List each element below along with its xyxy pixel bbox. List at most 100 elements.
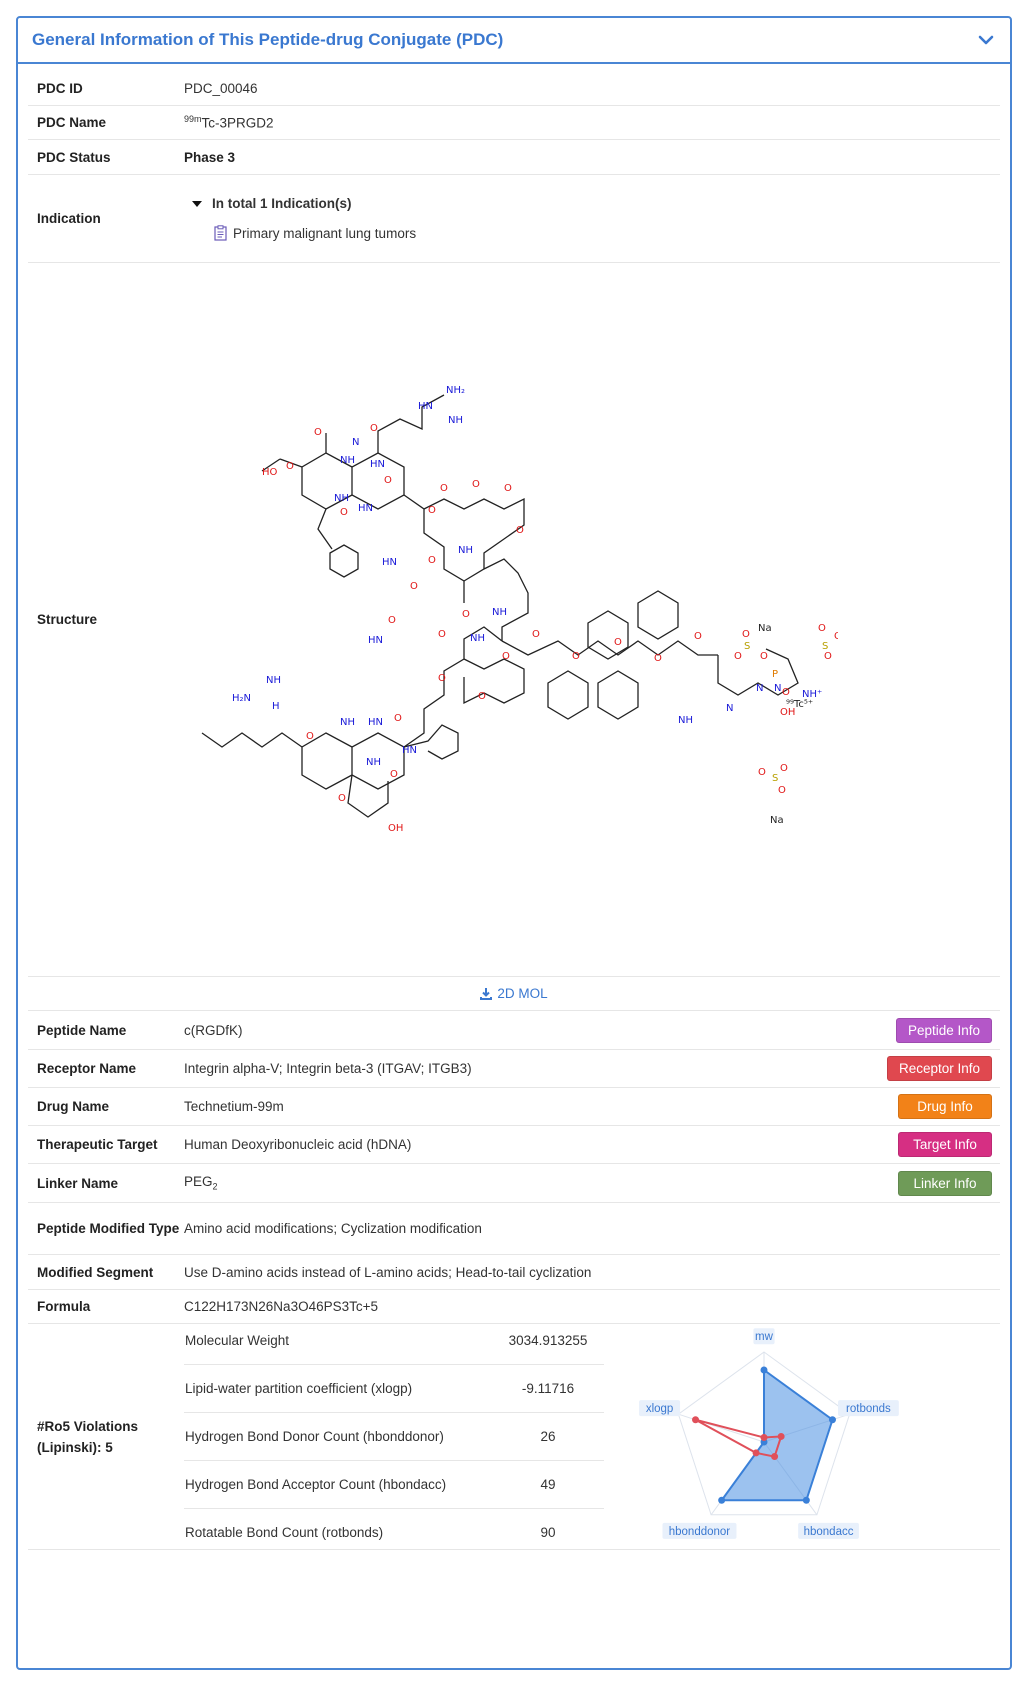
- general-info-panel: General Information of This Peptide-drug…: [16, 16, 1012, 1670]
- structure-value: NH₂ HN NH N NH HN NH HN HN NH NH NH HN NH H₂N H NH H…: [184, 263, 1000, 977]
- row-peptide-name: Peptide Name c(RGDfK) Peptide Info: [28, 1011, 1000, 1050]
- ro5-prop-value: -9.11716: [492, 1364, 604, 1413]
- linker-name-sub: 2: [212, 1181, 218, 1192]
- row-ro5: #Ro5 Violations (Lipinski): 5 Molecular …: [28, 1317, 1000, 1550]
- receptor-info-button[interactable]: Receptor Info: [886, 1056, 992, 1081]
- svg-text:NH: NH: [334, 493, 349, 504]
- svg-text:⁹⁹Tc⁵⁺: ⁹⁹Tc⁵⁺: [786, 699, 813, 710]
- target-info-button[interactable]: Target Info: [898, 1132, 992, 1157]
- ro5-label: #Ro5 Violations (Lipinski): 5: [37, 1418, 139, 1455]
- svg-text:O: O: [388, 615, 396, 626]
- svg-text:O: O: [438, 629, 446, 640]
- svg-text:O: O: [286, 461, 294, 472]
- svg-text:NH: NH: [266, 675, 281, 686]
- svg-text:O: O: [462, 609, 470, 620]
- clipboard-icon: [214, 225, 227, 241]
- svg-text:HN: HN: [382, 557, 397, 568]
- svg-text:O: O: [440, 483, 448, 494]
- svg-text:O: O: [760, 651, 768, 662]
- modified-segment-value: Use D-amino acids instead of L-amino aci…: [184, 1264, 592, 1280]
- peptide-info-button[interactable]: Peptide Info: [895, 1017, 992, 1043]
- radar-point: [802, 1496, 810, 1504]
- svg-text:N: N: [352, 437, 359, 448]
- svg-text:O: O: [370, 423, 378, 434]
- svg-text:NH: NH: [340, 717, 355, 728]
- svg-text:P: P: [772, 669, 778, 680]
- svg-text:H₂N: H₂N: [232, 693, 251, 704]
- svg-text:O: O: [390, 769, 398, 780]
- caret-down-icon: [192, 200, 202, 207]
- pdc-name-text: Tc-3PRGD2: [201, 115, 274, 131]
- svg-text:O: O: [782, 687, 790, 698]
- svg-text:NH: NH: [470, 633, 485, 644]
- svg-text:O: O: [340, 507, 348, 518]
- panel-title: General Information of This Peptide-drug…: [32, 30, 504, 49]
- indication-label: Indication: [37, 211, 101, 226]
- ro5-prop-name: Hydrogen Bond Acceptor Count (hbondacc): [184, 1460, 492, 1509]
- svg-text:O: O: [614, 637, 622, 648]
- svg-text:N: N: [726, 703, 733, 714]
- ro5-prop-name: Rotatable Bond Count (rotbonds): [185, 1525, 384, 1540]
- svg-text:Na: Na: [770, 815, 784, 826]
- drug-name-label: Drug Name: [37, 1099, 110, 1114]
- peptide-modified-type-value: Amino acid modifications; Cyclization mo…: [184, 1221, 482, 1236]
- chevron-down-icon[interactable]: [976, 30, 996, 50]
- peptide-modified-type-label: Peptide Modified Type: [37, 1221, 180, 1236]
- row-download: 2D MOL: [28, 977, 1000, 1011]
- receptor-name-value: Integrin alpha-V; Integrin beta-3 (ITGAV…: [184, 1061, 472, 1076]
- drug-info-button[interactable]: Drug Info: [898, 1094, 992, 1119]
- svg-text:O: O: [306, 731, 314, 742]
- indication-toggle[interactable]: In total 1 Indication(s): [192, 196, 1000, 211]
- svg-text:O: O: [516, 525, 524, 536]
- ro5-row: Molecular Weight 3034.913255: [184, 1317, 604, 1365]
- linker-info-button[interactable]: Linker Info: [898, 1170, 992, 1196]
- svg-text:O: O: [502, 651, 510, 662]
- panel-header[interactable]: General Information of This Peptide-drug…: [18, 18, 1010, 64]
- pdc-id-label: PDC ID: [37, 81, 83, 96]
- svg-text:O: O: [438, 673, 446, 684]
- ro5-prop-value: 26: [492, 1412, 604, 1461]
- receptor-name-label: Receptor Name: [37, 1061, 137, 1076]
- svg-text:NH: NH: [678, 715, 693, 726]
- radar-point: [718, 1496, 726, 1504]
- download-2d-mol-link[interactable]: 2D MOL: [28, 986, 1000, 1001]
- svg-text:Na: Na: [758, 623, 772, 634]
- formula-value: C122H173N26Na3O46PS3Tc+5: [184, 1299, 379, 1314]
- ro5-prop-name: Hydrogen Bond Donor Count (hbonddonor): [184, 1412, 492, 1461]
- svg-text:O: O: [818, 623, 826, 634]
- svg-text:S: S: [822, 641, 828, 652]
- linker-name-text: PEG: [184, 1174, 213, 1190]
- svg-text:N: N: [756, 683, 763, 694]
- indication-item[interactable]: Primary malignant lung tumors: [214, 225, 1000, 241]
- radar-axis-label: xlogp: [646, 1403, 674, 1415]
- svg-text:O: O: [758, 767, 766, 778]
- row-pdc-status: PDC Status Phase 3: [28, 140, 1000, 175]
- svg-text:HN: HN: [370, 459, 385, 470]
- row-indication: Indication In total 1 Indication(s) Prim…: [28, 175, 1000, 263]
- download-2d-mol-text: 2D MOL: [497, 986, 548, 1001]
- radar-point: [692, 1415, 700, 1423]
- svg-text:HN: HN: [368, 635, 383, 646]
- svg-text:N: N: [774, 683, 781, 694]
- svg-text:O: O: [654, 653, 662, 664]
- ro5-prop-name: Lipid-water partition coefficient (xlogp…: [184, 1364, 492, 1413]
- svg-text:O: O: [428, 505, 436, 516]
- indication-summary: In total 1 Indication(s): [212, 196, 352, 211]
- ro5-prop-value: 90: [540, 1525, 556, 1540]
- linker-name-label: Linker Name: [37, 1175, 119, 1191]
- row-structure: Structure NH₂ HN NH N NH HN NH HN HN NH …: [28, 263, 1000, 977]
- download-icon: [480, 987, 493, 1000]
- svg-text:NH: NH: [340, 455, 355, 466]
- svg-text:O: O: [472, 479, 480, 490]
- radar-axis-label: rotbonds: [846, 1403, 891, 1415]
- info-table: PDC ID PDC_00046 PDC Name 99mTc-3PRGD2 P…: [28, 72, 1000, 1550]
- svg-text:O: O: [532, 629, 540, 640]
- radar-axis-label: hbonddonor: [669, 1525, 731, 1537]
- formula-label: Formula: [37, 1299, 91, 1314]
- svg-text:NH₂: NH₂: [446, 385, 465, 396]
- pdc-id-value: PDC_00046: [184, 81, 258, 96]
- row-peptide-modified-type: Peptide Modified Type Amino acid modific…: [28, 1203, 1000, 1255]
- svg-text:O: O: [694, 631, 702, 642]
- svg-text:HN: HN: [368, 717, 383, 728]
- svg-text:O: O: [394, 713, 402, 724]
